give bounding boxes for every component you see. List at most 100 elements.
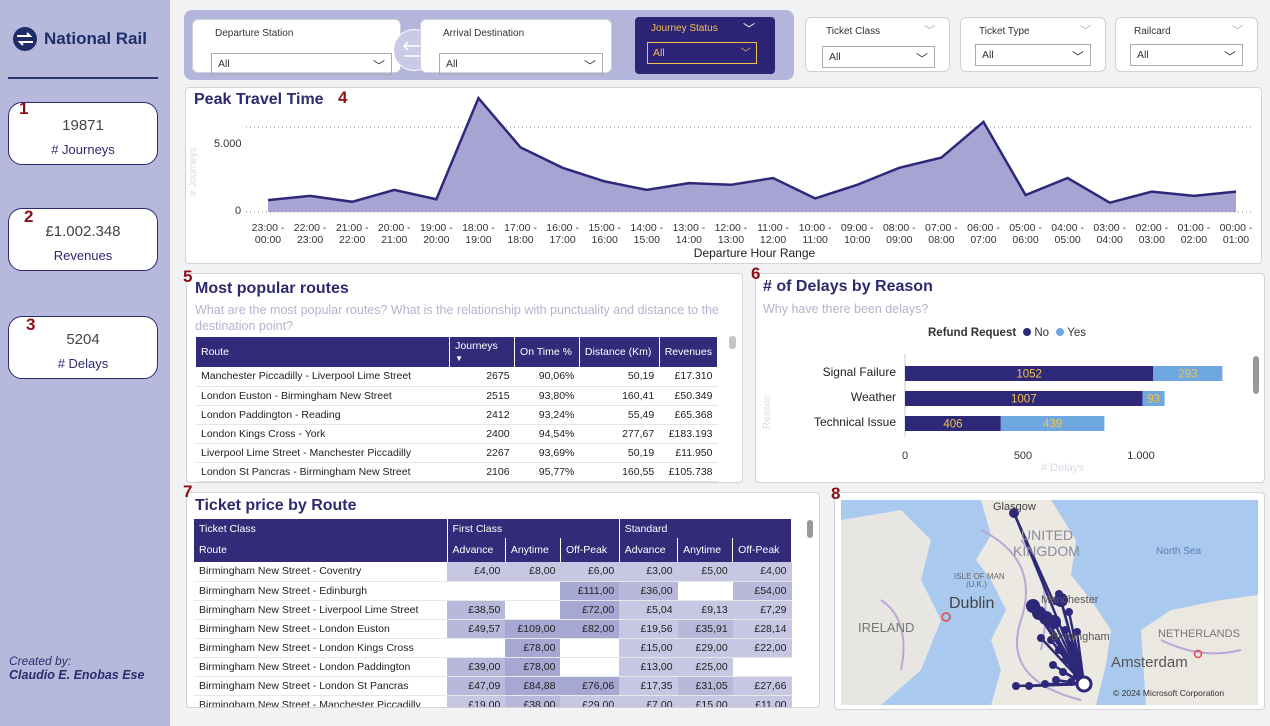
table-cell: 2675 <box>449 367 515 387</box>
map-label-glasgow: Glasgow <box>993 501 1036 513</box>
table-row[interactable]: Birmingham New Street - London Euston £49… <box>194 619 792 639</box>
chevron-down-icon: ﹀ <box>742 22 755 36</box>
table-cell: Birmingham New Street - Edinburgh <box>194 581 447 601</box>
ticket-class-dropdown[interactable]: All ﹀ <box>822 46 935 68</box>
x-tick-label: 23:00 -00:00 <box>252 222 285 246</box>
table-cell: £15,00 <box>677 695 733 707</box>
table-row[interactable]: Birmingham New Street - Liverpool Lime S… <box>194 600 792 620</box>
station-node[interactable] <box>1055 646 1063 654</box>
col-route[interactable]: Route <box>196 337 451 367</box>
table-row[interactable]: Liverpool Lime Street - Manchester Picca… <box>196 443 718 463</box>
x-tick-label: 08:00 -09:00 <box>883 222 916 246</box>
kpi-journeys[interactable]: 19871 # Journeys <box>8 102 158 165</box>
station-node[interactable] <box>1067 678 1075 686</box>
table-cell: £6,00 <box>560 562 620 582</box>
table-cell: £78,00 <box>505 657 561 677</box>
header-first-class[interactable]: First Class <box>447 519 620 538</box>
bar-value-label: 406 <box>943 419 962 431</box>
table-cell: £49,57 <box>447 619 506 639</box>
table-cell: £78,00 <box>505 638 561 658</box>
table-cell: 160,41 <box>579 386 660 406</box>
x-tick-label: 04:00 -05:00 <box>1051 222 1084 246</box>
peak-x-axis-label: Departure Hour Range <box>693 246 816 260</box>
col-journeys[interactable]: Journeys ▼ <box>449 337 516 367</box>
prices-scrollbar[interactable] <box>807 520 813 538</box>
station-node[interactable] <box>1062 656 1070 664</box>
journey-status-slicer[interactable]: Journey Status ﹀ All ﹀ <box>635 17 775 74</box>
station-node[interactable] <box>1041 680 1049 688</box>
marker-2: 2 <box>24 207 34 226</box>
table-row[interactable]: Birmingham New Street - London Kings Cro… <box>194 638 792 658</box>
marker-1: 1 <box>19 99 29 118</box>
table-row[interactable]: Birmingham New Street - London St Pancra… <box>194 676 792 696</box>
station-node[interactable] <box>1012 682 1020 690</box>
table-cell: £35,91 <box>677 619 733 639</box>
london-hub-node[interactable] <box>1075 675 1093 693</box>
station-node[interactable] <box>1049 661 1057 669</box>
x-tick-label: 18:00 -19:00 <box>462 222 495 246</box>
railcard-dropdown[interactable]: All ﹀ <box>1130 44 1243 66</box>
table-cell: Manchester Piccadilly - Liverpool Lime S… <box>196 367 450 387</box>
kpi-label: # Delays <box>57 356 109 371</box>
routes-scrollbar[interactable] <box>729 336 736 349</box>
ticket-class-slicer[interactable]: Ticket Class ﹀ All ﹀ <box>805 17 950 72</box>
map-label-manchester: Manchester <box>1041 594 1099 606</box>
marker-5: 5 <box>183 267 193 286</box>
kpi-label: Revenues <box>53 248 113 263</box>
departure-station-slicer[interactable]: Departure Station All ﹀ <box>192 19 401 75</box>
credit: Created by: Claudio E. Enobas Ese <box>9 654 144 682</box>
header-standard[interactable]: Standard <box>619 519 793 538</box>
col-revenues[interactable]: Revenues <box>659 337 719 367</box>
station-node[interactable] <box>1037 634 1045 642</box>
slicer-value: All <box>653 47 665 59</box>
marker-8: 8 <box>831 484 841 503</box>
table-cell: £105.738 <box>659 462 718 482</box>
station-node[interactable] <box>1047 615 1061 629</box>
table-cell <box>447 638 506 658</box>
col-distance[interactable]: Distance (Km) <box>579 337 660 367</box>
table-row[interactable]: London Euston - Birmingham New Street 251… <box>196 386 718 406</box>
slicer-title: Journey Status <box>651 23 718 34</box>
map-label-kingdom: KINGDOM <box>1013 543 1080 559</box>
station-node[interactable] <box>1052 676 1060 684</box>
delays-scrollbar[interactable] <box>1253 356 1259 394</box>
sidebar: National Rail 19871 # Journeys 1 £1.002.… <box>0 0 170 726</box>
delays-card: # of Delays by Reason Why have there bee… <box>755 273 1265 483</box>
table-row[interactable]: Birmingham New Street - Manchester Picca… <box>194 695 792 707</box>
table-row[interactable]: Birmingham New Street - Edinburgh £111,00… <box>194 581 792 601</box>
slicer-value: All <box>218 58 230 70</box>
header-route: Route <box>194 538 448 562</box>
table-row[interactable]: Birmingham New Street - London Paddingto… <box>194 657 792 677</box>
slicer-value: All <box>829 51 841 63</box>
table-row[interactable]: Birmingham New Street - Coventry £4,00 £8,… <box>194 562 792 582</box>
departure-station-dropdown[interactable]: All ﹀ <box>211 53 392 75</box>
station-node[interactable] <box>1065 608 1073 616</box>
bar-value-label: 1007 <box>1011 394 1037 406</box>
table-row[interactable]: London Paddington - Reading 2412 93,24% 55,… <box>196 405 718 425</box>
railcard-slicer[interactable]: Railcard ﹀ All ﹀ <box>1115 17 1258 72</box>
col-on-time[interactable]: On Time % <box>514 337 580 367</box>
table-row[interactable]: London Kings Cross - York 2400 94,54% 277,6… <box>196 424 718 444</box>
header-fc-advance: Advance <box>447 538 506 562</box>
routes-map[interactable]: Glasgow UNITED KINGDOM North Sea ISLE OF… <box>841 500 1258 705</box>
map-label-uk: (U.K.) <box>966 580 987 589</box>
journey-status-dropdown[interactable]: All ﹀ <box>647 42 757 64</box>
table-cell: £84,88 <box>505 676 561 696</box>
station-node[interactable] <box>1059 668 1067 676</box>
chevron-down-icon: ﹀ <box>1232 25 1243 37</box>
table-row[interactable]: London St Pancras - Birmingham New Stree… <box>196 462 718 482</box>
station-node[interactable] <box>1025 682 1033 690</box>
logo-text: National Rail <box>44 29 147 48</box>
table-cell: £5,04 <box>619 600 678 620</box>
table-row[interactable]: Manchester Piccadilly - Liverpool Lime S… <box>196 367 718 387</box>
peak-travel-chart: 23:00 -00:00 22:00 -23:00 21:00 -22:00 20:0… <box>246 95 1253 246</box>
arrival-destination-dropdown[interactable]: All ﹀ <box>439 53 603 75</box>
table-cell: £4,00 <box>732 562 792 582</box>
header-ticket-class: Ticket Class <box>194 519 448 538</box>
ticket-type-slicer[interactable]: Ticket Type ﹀ All ﹀ <box>960 17 1106 72</box>
x-tick-label: 17:00 -18:00 <box>504 222 537 246</box>
x-tick-label: 12:00 -13:00 <box>715 222 748 246</box>
ticket-type-dropdown[interactable]: All ﹀ <box>975 44 1091 66</box>
arrival-destination-slicer[interactable]: Arrival Destination All ﹀ <box>420 19 612 75</box>
map-label-north-sea: North Sea <box>1156 546 1202 557</box>
